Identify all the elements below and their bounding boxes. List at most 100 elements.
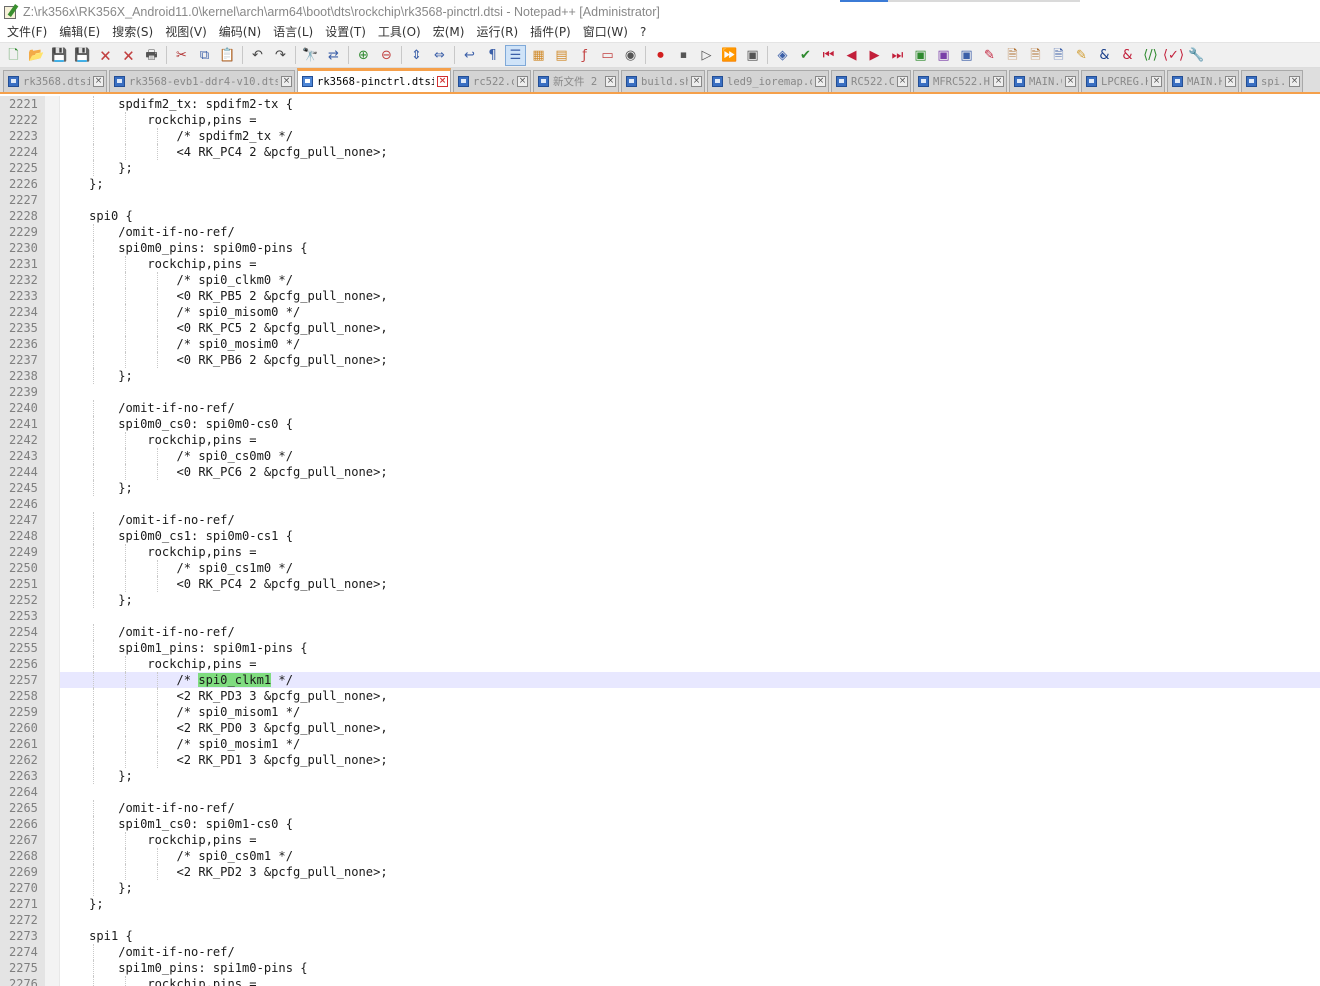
- code-line[interactable]: 2269 <2 RK_PD2 3 &pcfg_pull_none>;: [0, 864, 1320, 880]
- code-text[interactable]: /omit-if-no-ref/: [60, 400, 235, 416]
- macro-run-multiple-icon[interactable]: ⏩: [719, 45, 740, 66]
- menu-tools[interactable]: 工具(O): [372, 23, 427, 42]
- code-line[interactable]: 2245 };: [0, 480, 1320, 496]
- code-line[interactable]: 2256 rockchip,pins =: [0, 656, 1320, 672]
- print-icon[interactable]: 🖶: [141, 45, 162, 66]
- code-text[interactable]: /* spi0_misom0 */: [60, 304, 300, 320]
- code-line[interactable]: 2267 rockchip,pins =: [0, 832, 1320, 848]
- menu-plugins[interactable]: 插件(P): [524, 23, 577, 42]
- menu-macro[interactable]: 宏(M): [427, 23, 471, 42]
- save-icon[interactable]: 💾: [49, 45, 70, 66]
- code-line[interactable]: 2253: [0, 608, 1320, 624]
- code-line[interactable]: 2234 /* spi0_misom0 */: [0, 304, 1320, 320]
- tab-main-c[interactable]: MAIN.C×: [1009, 70, 1079, 92]
- code-line[interactable]: 2264: [0, 784, 1320, 800]
- close-tab-icon[interactable]: ×: [1289, 76, 1300, 87]
- code-line[interactable]: 2231 rockchip,pins =: [0, 256, 1320, 272]
- next-bookmark-icon[interactable]: ▶: [864, 45, 885, 66]
- code-text[interactable]: <0 RK_PB6 2 &pcfg_pull_none>;: [60, 352, 387, 368]
- close-tab-icon[interactable]: ×: [281, 76, 292, 87]
- code-line[interactable]: 2246: [0, 496, 1320, 512]
- plugin-amp-icon[interactable]: &: [1094, 45, 1115, 66]
- code-line[interactable]: 2275 spi1m0_pins: spi1m0-pins {: [0, 960, 1320, 976]
- menu-view[interactable]: 视图(V): [159, 23, 213, 42]
- code-line[interactable]: 2241 spi0m0_cs0: spi0m0-cs0 {: [0, 416, 1320, 432]
- code-text[interactable]: <0 RK_PC6 2 &pcfg_pull_none>;: [60, 464, 387, 480]
- code-text[interactable]: rockchip,pins =: [60, 544, 256, 560]
- menu-language[interactable]: 语言(L): [267, 23, 319, 42]
- cut-icon[interactable]: ✂: [171, 45, 192, 66]
- code-line[interactable]: 2242 rockchip,pins =: [0, 432, 1320, 448]
- close-tab-icon[interactable]: ×: [897, 76, 908, 87]
- document-map-icon[interactable]: ▤: [551, 45, 572, 66]
- tab-build-sh[interactable]: build.sh ×: [621, 70, 705, 92]
- menu-encoding[interactable]: 编码(N): [213, 23, 267, 42]
- code-text[interactable]: rockchip,pins =: [60, 656, 256, 672]
- tab-mfrc522-h[interactable]: MFRC522.H ×: [913, 70, 1007, 92]
- tab-spi-c[interactable]: spi.c×: [1241, 70, 1303, 92]
- plugin-green-icon[interactable]: ▣: [910, 45, 931, 66]
- code-text[interactable]: <2 RK_PD1 3 &pcfg_pull_none>;: [60, 752, 387, 768]
- code-line[interactable]: 2243 /* spi0_cs0m0 */: [0, 448, 1320, 464]
- code-text[interactable]: /* spdifm2_tx */: [60, 128, 293, 144]
- find-icon[interactable]: 🔭: [300, 45, 321, 66]
- tab-main-h[interactable]: MAIN.H ×: [1167, 70, 1239, 92]
- code-line[interactable]: 2263 };: [0, 768, 1320, 784]
- code-text[interactable]: spi0m0_cs1: spi0m0-cs1 {: [60, 528, 293, 544]
- code-text[interactable]: /omit-if-no-ref/: [60, 944, 235, 960]
- code-line[interactable]: 2229 /omit-if-no-ref/: [0, 224, 1320, 240]
- code-text[interactable]: <4 RK_PC4 2 &pcfg_pull_none>;: [60, 144, 387, 160]
- code-text[interactable]: rockchip,pins =: [60, 112, 256, 128]
- code-text[interactable]: };: [60, 880, 133, 896]
- notepad-plus-plus-icon[interactable]: [3, 3, 19, 20]
- code-text[interactable]: <0 RK_PB5 2 &pcfg_pull_none>,: [60, 288, 387, 304]
- close-tab-icon[interactable]: ×: [1151, 76, 1162, 87]
- close-tab-icon[interactable]: ×: [993, 76, 1004, 87]
- code-line[interactable]: 2260 <2 RK_PD0 3 &pcfg_pull_none>,: [0, 720, 1320, 736]
- plugin-blue-icon[interactable]: ▣: [956, 45, 977, 66]
- code-text[interactable]: spi1m0_pins: spi1m0-pins {: [60, 960, 307, 976]
- code-line[interactable]: 2230 spi0m0_pins: spi0m0-pins {: [0, 240, 1320, 256]
- code-text[interactable]: /* spi0_misom1 */: [60, 704, 300, 720]
- code-line[interactable]: 2228 spi0 {: [0, 208, 1320, 224]
- code-line[interactable]: 2270 };: [0, 880, 1320, 896]
- code-text[interactable]: /* spi0_clkm1 */: [60, 672, 293, 688]
- code-line[interactable]: 2235 <0 RK_PC5 2 &pcfg_pull_none>,: [0, 320, 1320, 336]
- code-text[interactable]: };: [60, 896, 104, 912]
- code-text[interactable]: <0 RK_PC5 2 &pcfg_pull_none>,: [60, 320, 387, 336]
- code-line[interactable]: 2240 /omit-if-no-ref/: [0, 400, 1320, 416]
- code-text[interactable]: rockchip,pins =: [60, 832, 256, 848]
- plugin-tag-check-icon[interactable]: ⟨✓⟩: [1163, 45, 1184, 66]
- code-text[interactable]: /* spi0_mosim1 */: [60, 736, 300, 752]
- code-line[interactable]: 2226 };: [0, 176, 1320, 192]
- code-text[interactable]: /omit-if-no-ref/: [60, 224, 235, 240]
- undo-icon[interactable]: ↶: [247, 45, 268, 66]
- new-file-icon[interactable]: 🗋: [3, 45, 24, 66]
- menu-window[interactable]: 窗口(W): [577, 23, 634, 42]
- code-text[interactable]: spi0m1_cs0: spi0m1-cs0 {: [60, 816, 293, 832]
- tab-rk3568-dtsi[interactable]: rk3568.dtsi ×: [3, 70, 107, 92]
- code-text[interactable]: /omit-if-no-ref/: [60, 624, 235, 640]
- close-tab-icon[interactable]: ×: [691, 76, 702, 87]
- code-line[interactable]: 2250 /* spi0_cs1m0 */: [0, 560, 1320, 576]
- tab-rk3568-pinctrl-dtsi[interactable]: rk3568-pinctrl.dtsi ×: [297, 68, 451, 92]
- close-tab-icon[interactable]: ×: [93, 76, 104, 87]
- tab-rc522-c[interactable]: RC522.C ×: [831, 70, 911, 92]
- show-all-chars-icon[interactable]: ¶: [482, 45, 503, 66]
- zoom-out-icon[interactable]: ⊖: [376, 45, 397, 66]
- code-text[interactable]: rockchip,pins =: [60, 432, 256, 448]
- macro-play-icon[interactable]: ▷: [696, 45, 717, 66]
- replace-icon[interactable]: ⇄: [323, 45, 344, 66]
- code-text[interactable]: };: [60, 592, 133, 608]
- macro-save-icon[interactable]: ▣: [742, 45, 763, 66]
- plugin-purple-icon[interactable]: ▣: [933, 45, 954, 66]
- macro-record-icon[interactable]: ⏺: [650, 45, 671, 66]
- tab-led9-ioremap-c[interactable]: led9_ioremap.c ×: [707, 70, 829, 92]
- code-line[interactable]: 2221 spdifm2_tx: spdifm2-tx {: [0, 96, 1320, 112]
- previous-bookmark-icon[interactable]: ◀: [841, 45, 862, 66]
- code-text[interactable]: /* spi0_cs0m0 */: [60, 448, 293, 464]
- code-text[interactable]: /* spi0_cs1m0 */: [60, 560, 293, 576]
- code-line[interactable]: 2259 /* spi0_misom1 */: [0, 704, 1320, 720]
- code-line[interactable]: 2249 rockchip,pins =: [0, 544, 1320, 560]
- function-list-icon[interactable]: ƒ: [574, 45, 595, 66]
